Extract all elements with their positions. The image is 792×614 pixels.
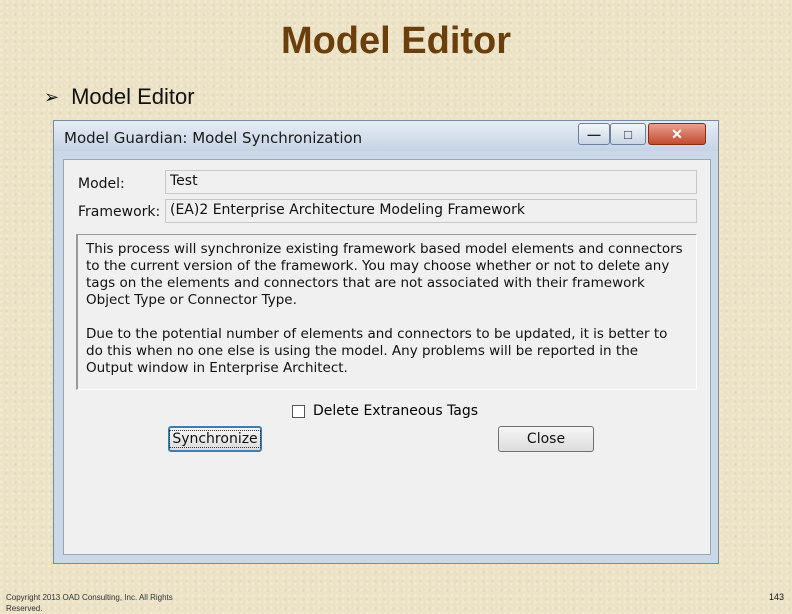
delete-tags-checkbox[interactable]: [292, 404, 305, 418]
maximize-icon: □: [624, 126, 632, 142]
description-paragraph-2: Due to the potential number of elements …: [86, 326, 668, 376]
bullet-text: Model Editor: [71, 84, 195, 109]
copyright-footer: Copyright 2013 OAD Consulting, Inc. All …: [6, 593, 173, 613]
model-label: Model:: [78, 176, 125, 192]
maximize-button[interactable]: □: [610, 123, 646, 145]
dialog-window: Model Guardian: Model Synchronization — …: [53, 120, 719, 564]
model-field[interactable]: Test: [165, 170, 697, 194]
page-number: 143: [768, 592, 784, 602]
description-text: This process will synchronize existing f…: [76, 234, 697, 390]
description-paragraph-1: This process will synchronize existing f…: [86, 241, 683, 308]
arrow-bullet-icon: ➢: [44, 86, 60, 107]
window-titlebar[interactable]: Model Guardian: Model Synchronization — …: [54, 121, 718, 151]
dialog-body: Model: Test Framework: (EA)2 Enterprise …: [63, 159, 711, 555]
framework-field[interactable]: (EA)2 Enterprise Architecture Modeling F…: [165, 199, 697, 223]
slide-title: Model Editor: [280, 20, 512, 62]
framework-label: Framework:: [78, 204, 161, 220]
window-title: Model Guardian: Model Synchronization: [64, 129, 363, 147]
minimize-button[interactable]: —: [578, 123, 610, 145]
minimize-icon: —: [587, 126, 601, 142]
synchronize-button[interactable]: Synchronize: [168, 426, 262, 452]
delete-tags-option[interactable]: Delete Extraneous Tags: [292, 403, 478, 419]
synchronize-label: Synchronize: [169, 430, 261, 448]
close-label: Close: [526, 431, 566, 447]
close-icon: ✕: [671, 125, 683, 142]
close-window-button[interactable]: ✕: [648, 123, 706, 145]
close-button[interactable]: Close: [498, 426, 594, 452]
bullet-item: ➢ Model Editor: [44, 84, 195, 110]
delete-tags-label: Delete Extraneous Tags: [313, 403, 479, 419]
